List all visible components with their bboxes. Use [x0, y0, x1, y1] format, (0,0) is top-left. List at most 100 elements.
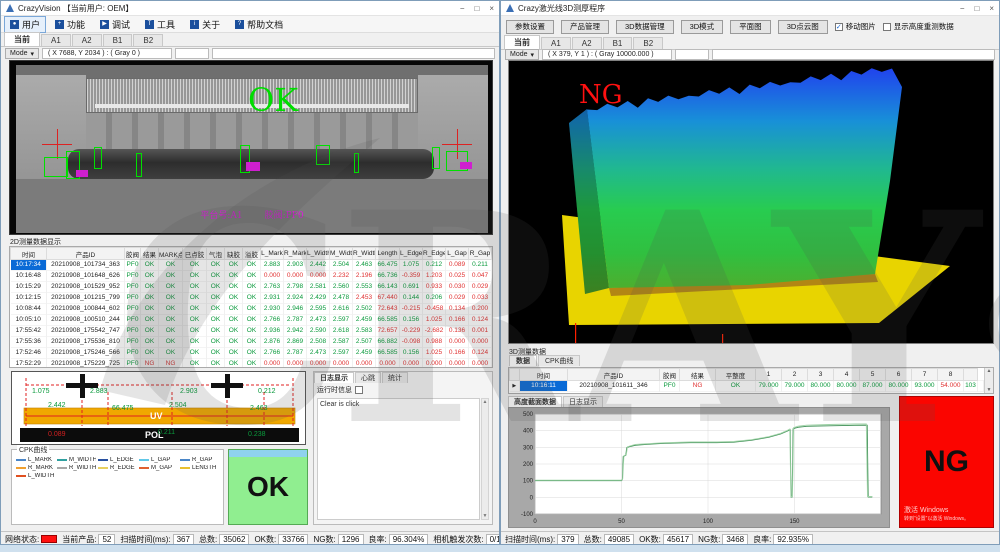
checkbox-move-image[interactable]: ✓移动图片	[835, 21, 876, 32]
legend-line-icon	[139, 459, 149, 461]
chevron-down-icon: ▾	[31, 50, 35, 58]
result-indicator-left[interactable]: OK	[228, 449, 308, 525]
status-camera-trigger: 相机触发次数:0/1	[433, 534, 499, 545]
left-tab-2[interactable]: A2	[72, 34, 102, 46]
svg-text:0: 0	[533, 519, 537, 525]
log-tab-1[interactable]: 心跳	[355, 372, 381, 383]
table-3d-scrollbar[interactable]: ▲▼	[984, 368, 993, 393]
cpk-panel: CPK曲线 L_MARKM_WIDTHL_EDGEL_GAPR_GAPR_MAR…	[11, 449, 224, 525]
desktop: CrazyVision 【当前用户: OEM】 −□× ●用户+功能▶调试T工具…	[0, 0, 1000, 552]
measurement-label: 0.238	[248, 431, 266, 438]
pointcloud-button[interactable]: 3D点云图	[778, 20, 828, 34]
legend-line-icon	[57, 459, 67, 461]
coords-aux-box	[175, 48, 209, 59]
log-scrollbar[interactable]: ▲▼	[481, 398, 489, 520]
chart-tab-0[interactable]: 高度截面数据	[508, 396, 562, 407]
minimize-button[interactable]: −	[960, 4, 965, 13]
axis-tick-icon	[722, 334, 723, 343]
menu-item-tools[interactable]: T工具	[139, 16, 181, 33]
detection-box	[136, 153, 142, 177]
table-row[interactable]: 10:08:4420210908_100844_602PF0OKOKOKOKOK…	[11, 304, 492, 315]
plan-view-button[interactable]: 平面图	[730, 20, 771, 34]
table-row[interactable]: 17:52:4620210908_175246_566PF0OKOKOKOKOK…	[11, 348, 492, 359]
toolbar-right: 参数设置产品管理 3D数据管理 3D模式平面图 3D点云图 ✓移动图片显示高度重测数据	[506, 18, 996, 35]
legend-item: L_GAP	[139, 457, 178, 463]
table-row[interactable]: 10:12:1520210908_101215_799PF0OKOKOKOKOK…	[11, 293, 492, 304]
measurement-table-2d[interactable]: 时间产品ID胶阀结果MARK点已点胶气泡缺胶溢胶L_MarkR_MarkL_Wi…	[9, 246, 493, 368]
table-row[interactable]: ▶10:16:1120210908_101611_346PF0NGOK79.00…	[510, 381, 984, 392]
table-header-row: 时间产品ID胶阀结果MARK点已点胶气泡缺胶溢胶L_MarkR_MarkL_Wi…	[11, 248, 492, 260]
svg-text:0: 0	[530, 495, 534, 501]
app-icon-right	[506, 4, 514, 12]
chart-tabs-right: 高度截面数据日志显示	[508, 396, 604, 407]
runtime-info-checkbox[interactable]	[355, 386, 363, 394]
chart-tab-1[interactable]: 日志显示	[563, 396, 603, 407]
status-ng-count: NG数:3468	[698, 534, 748, 545]
log-tab-2[interactable]: 统计	[382, 372, 408, 383]
menu-item-debug[interactable]: ▶调试	[94, 16, 136, 33]
detection-box	[94, 147, 102, 169]
status-ng-count: NG数:1296	[313, 534, 363, 545]
right-window: Crazy激光线3D测厚程序 −□× 参数设置产品管理3D数据管理3D模式平面图…	[500, 0, 1000, 545]
table-row[interactable]: 10:17:3420210908_101734_363PF0OKOKOKOKOK…	[11, 260, 492, 271]
measurement-table-3d[interactable]: 时间产品ID胶阀结果平整度12345678▶10:16:1120210908_1…	[508, 367, 994, 394]
menu-item-about[interactable]: i关于	[184, 16, 226, 33]
close-button[interactable]: ×	[489, 4, 494, 13]
table-row[interactable]: 17:52:2920210908_175229_725PF0NGNGOKOKOK…	[11, 359, 492, 369]
height-chart[interactable]: -1000100200300400500050100150	[508, 407, 890, 528]
left-tab-1[interactable]: A1	[41, 34, 71, 46]
status-ok-count: OK数:45617	[639, 534, 693, 545]
log-tab-0[interactable]: 日志显示	[314, 372, 354, 383]
close-button[interactable]: ×	[989, 4, 994, 13]
app-icon	[6, 4, 14, 12]
legend-item: L_EDGE	[98, 457, 137, 463]
maximize-button[interactable]: □	[974, 4, 979, 13]
legend-item: M_WIDTH	[57, 457, 96, 463]
measurement-label: 2.903	[180, 388, 198, 395]
param-settings-button[interactable]: 参数设置	[506, 20, 554, 34]
right-tab-0[interactable]: 当前	[504, 35, 540, 49]
show-height-data-checkbox[interactable]	[883, 23, 891, 31]
minimize-button[interactable]: −	[460, 4, 465, 13]
data-tab-0[interactable]: 数据	[509, 355, 537, 366]
mode3d-button[interactable]: 3D模式	[681, 20, 724, 34]
row-marker-icon: ▶	[510, 381, 520, 392]
checkbox-show-height-data[interactable]: 显示高度重测数据	[883, 21, 954, 32]
svg-text:-100: -100	[521, 512, 534, 518]
table-row[interactable]: 17:55:4220210908_175542_747PF0OKOKOKOKOK…	[11, 326, 492, 337]
measurement-label: 66.475	[112, 405, 133, 412]
table-row[interactable]: 10:15:2920210908_101529_952PF0OKOKOKOKOK…	[11, 282, 492, 293]
menu-item-help[interactable]: ?帮助文档	[229, 16, 289, 33]
table-row[interactable]: 10:05:1020210908_100510_244PF0OKOKOKOKOK…	[11, 315, 492, 326]
product-mgmt-button[interactable]: 产品管理	[561, 20, 609, 34]
mode-dropdown-left[interactable]: Mode ▾	[5, 48, 39, 59]
menu-item-user[interactable]: ●用户	[4, 16, 46, 33]
table-row[interactable]: 10:16:4820210908_101648_626PF0OKOKOKOKOK…	[11, 271, 492, 282]
menu-label: 调试	[112, 18, 130, 31]
detection-box	[354, 153, 359, 173]
menu-item-function[interactable]: +功能	[49, 16, 91, 33]
data-tab-1[interactable]: CPK曲线	[538, 355, 580, 366]
function-icon: +	[55, 20, 64, 29]
windows-activate-watermark: 激活 Windows 转到“设置”以激活 Windows。	[904, 507, 969, 522]
help-icon: ?	[235, 20, 244, 29]
user-icon: ●	[10, 20, 19, 29]
table-row[interactable]: 17:55:3620210908_175536_810PF0OKOKOKOKOK…	[11, 337, 492, 348]
left-tab-4[interactable]: B2	[133, 34, 163, 46]
left-window-controls: −□ ×	[460, 4, 494, 13]
left-tab-0[interactable]: 当前	[4, 32, 40, 46]
image-2d-view[interactable]: OK 平台号:A1 胶阀:PF0	[9, 60, 493, 235]
left-tab-3[interactable]: B1	[103, 34, 133, 46]
measurement-label: 2.463	[250, 405, 268, 412]
maximize-button[interactable]: □	[474, 4, 479, 13]
legend-item: R_GAP	[180, 457, 219, 463]
data3d-mgmt-button[interactable]: 3D数据管理	[616, 20, 674, 34]
move-image-checkbox[interactable]: ✓	[835, 23, 843, 31]
status-yield: 良率:96.304%	[369, 534, 429, 545]
legend-line-icon	[98, 459, 108, 461]
view-3d[interactable]: NG	[508, 60, 994, 344]
mode-dropdown-right[interactable]: Mode ▾	[505, 49, 539, 60]
coords-aux-box-2	[712, 49, 995, 60]
result-indicator-right[interactable]: NG 激活 Windows 转到“设置”以激活 Windows。	[899, 396, 994, 528]
coords-aux-box	[675, 49, 709, 60]
